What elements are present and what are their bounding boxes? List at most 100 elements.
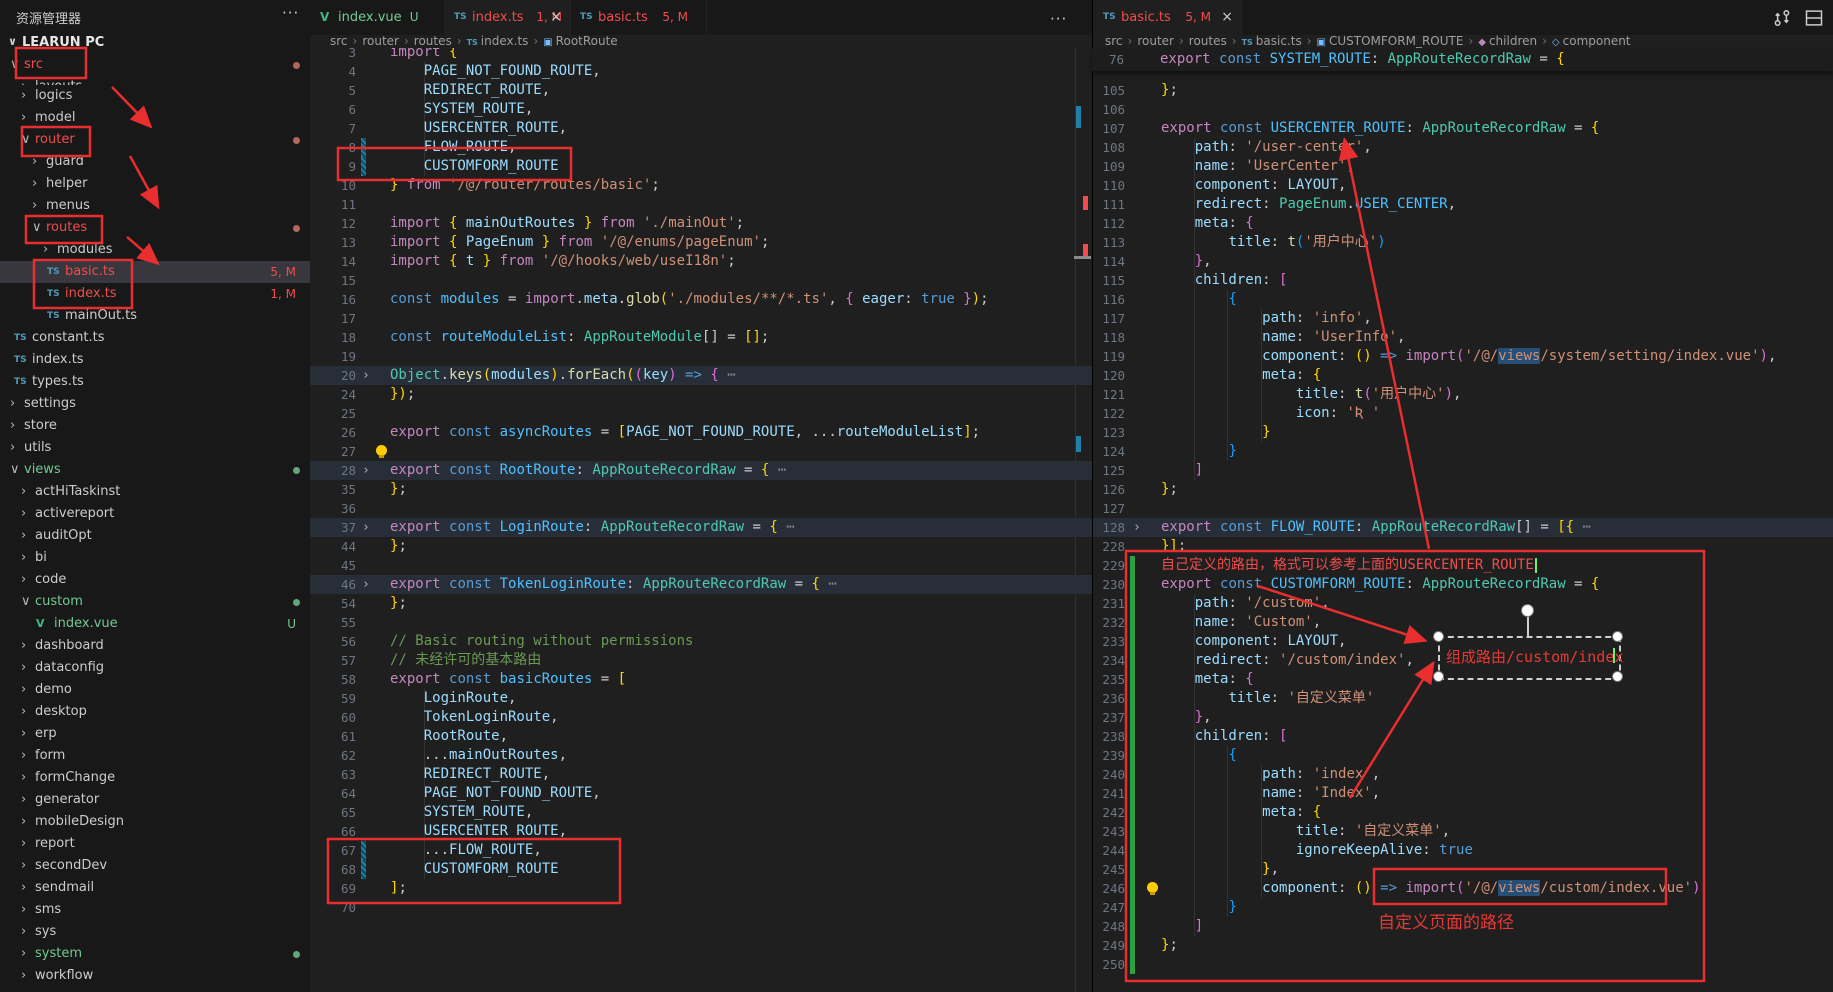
chevron-right-icon[interactable]: › xyxy=(21,525,26,547)
code-line-228[interactable]: 228}]; xyxy=(1093,537,1833,556)
breadcrumb-item-router[interactable]: router xyxy=(1137,35,1174,48)
code-line-18[interactable]: 18const routeModuleList: AppRouteModule[… xyxy=(310,328,1092,347)
code-line-114[interactable]: 114 }, xyxy=(1093,252,1833,271)
code-line-55[interactable]: 55 xyxy=(310,613,1092,632)
breadcrumb-item-basic.ts[interactable]: TSbasic.ts xyxy=(1242,35,1302,49)
code-line-124[interactable]: 124 } xyxy=(1093,442,1833,461)
code-line-36[interactable]: 36 xyxy=(310,499,1092,518)
tree-item-helper[interactable]: ›helper xyxy=(0,173,310,195)
breadcrumb-item-routes[interactable]: routes xyxy=(1189,35,1227,48)
tree-item-mainOut.ts[interactable]: TSmainOut.ts xyxy=(0,305,310,327)
code-line-122[interactable]: 122 icon: 'Ʀ ' xyxy=(1093,404,1833,423)
close-icon[interactable]: × xyxy=(1221,0,1233,35)
tree-item-utils[interactable]: ›utils xyxy=(0,437,310,459)
tree-item-report[interactable]: ›report xyxy=(0,833,310,855)
code-line-246[interactable]: 246 component: () => import('/@/views/cu… xyxy=(1093,879,1833,898)
code-line-236[interactable]: 236 title: '自定义菜单' xyxy=(1093,689,1833,708)
open-changes-icon[interactable] xyxy=(1772,8,1792,28)
annotation-textbox[interactable]: 组成路由/custom/index xyxy=(1438,636,1621,680)
tab-basic.ts[interactable]: TSbasic.ts5, M xyxy=(570,0,707,35)
tree-item-menus[interactable]: ›menus xyxy=(0,195,310,217)
tree-item-erp[interactable]: ›erp xyxy=(0,723,310,745)
tree-item-formChange[interactable]: ›formChange xyxy=(0,767,310,789)
chevron-right-icon[interactable]: › xyxy=(21,701,26,723)
code-line-15[interactable]: 15 xyxy=(310,271,1092,290)
chevron-right-icon[interactable]: › xyxy=(21,657,26,679)
tree-item-types.ts[interactable]: TStypes.ts xyxy=(0,371,310,393)
tree-item-routes[interactable]: ∨routes xyxy=(0,217,310,239)
code-line-109[interactable]: 109 name: 'UserCenter', xyxy=(1093,157,1833,176)
breadcrumb-item-children[interactable]: ◆children xyxy=(1478,35,1537,49)
tree-item-sendmail[interactable]: ›sendmail xyxy=(0,877,310,899)
chevron-right-icon[interactable]: › xyxy=(21,855,26,877)
tree-item-views[interactable]: ∨views xyxy=(0,459,310,481)
code-line-8[interactable]: 8 FLOW_ROUTE, xyxy=(310,138,1092,157)
code-line-119[interactable]: 119 component: () => import('/@/views/sy… xyxy=(1093,347,1833,366)
chevron-right-icon[interactable]: › xyxy=(21,547,26,569)
breadcrumb-item-src[interactable]: src xyxy=(1105,35,1123,48)
code-line-44[interactable]: 44}; xyxy=(310,537,1092,556)
tree-item-activereport[interactable]: ›activereport xyxy=(0,503,310,525)
chevron-right-icon[interactable]: › xyxy=(21,789,26,811)
code-line-229[interactable]: 229自己定义的路由，格式可以参考上面的USERCENTER_ROUTE xyxy=(1093,556,1833,575)
code-line-13[interactable]: 13import { PageEnum } from '/@/enums/pag… xyxy=(310,233,1092,252)
code-line-123[interactable]: 123 } xyxy=(1093,423,1833,442)
code-line-58[interactable]: 58export const basicRoutes = [ xyxy=(310,670,1092,689)
breadcrumb-item-src[interactable]: src xyxy=(330,35,348,48)
tree-item-workflow[interactable]: ›workflow xyxy=(0,965,310,987)
code-line-238[interactable]: 238 children: [ xyxy=(1093,727,1833,746)
resize-handle-se[interactable] xyxy=(1612,671,1623,682)
tree-item-demo[interactable]: ›demo xyxy=(0,679,310,701)
lightbulb-icon[interactable] xyxy=(1147,882,1158,893)
chevron-right-icon[interactable]: › xyxy=(21,569,26,591)
chevron-down-icon[interactable]: ∨ xyxy=(32,217,42,239)
code-line-16[interactable]: 16const modules = import.meta.glob('./mo… xyxy=(310,290,1092,309)
code-line-19[interactable]: 19 xyxy=(310,347,1092,366)
tree-item-sms[interactable]: ›sms xyxy=(0,899,310,921)
tree-item-index.vue[interactable]: Vindex.vueU xyxy=(0,613,310,635)
code-line-35[interactable]: 35}; xyxy=(310,480,1092,499)
resize-handle-sw[interactable] xyxy=(1433,671,1444,682)
chevron-right-icon[interactable]: › xyxy=(21,965,26,987)
tree-item-logics[interactable]: ›logics xyxy=(0,85,310,107)
code-line-59[interactable]: 59 LoginRoute, xyxy=(310,689,1092,708)
tree-item-system[interactable]: ›system xyxy=(0,943,310,965)
code-line-231[interactable]: 231 path: '/custom', xyxy=(1093,594,1833,613)
code-line-111[interactable]: 111 redirect: PageEnum.USER_CENTER, xyxy=(1093,195,1833,214)
tab-index.vue[interactable]: Vindex.vueU xyxy=(310,0,445,35)
breadcrumb-item-component[interactable]: ◇component xyxy=(1552,35,1631,49)
code-line-243[interactable]: 243 title: '自定义菜单', xyxy=(1093,822,1833,841)
code-line-76[interactable]: 76export const SYSTEM_ROUTE: AppRouteRec… xyxy=(1092,50,1832,69)
chevron-right-icon[interactable]: › xyxy=(21,481,26,503)
code-line-11[interactable]: 11 xyxy=(310,195,1092,214)
tree-item-bi[interactable]: ›bi xyxy=(0,547,310,569)
code-line-120[interactable]: 120 meta: { xyxy=(1093,366,1833,385)
code-line-60[interactable]: 60 TokenLoginRoute, xyxy=(310,708,1092,727)
code-line-108[interactable]: 108 path: '/user-center', xyxy=(1093,138,1833,157)
tree-item-dashboard[interactable]: ›dashboard xyxy=(0,635,310,657)
code-line-117[interactable]: 117 path: 'info', xyxy=(1093,309,1833,328)
code-line-128[interactable]: 128›export const FLOW_ROUTE: AppRouteRec… xyxy=(1093,518,1833,537)
tree-item-src[interactable]: ∨src xyxy=(0,54,310,76)
tree-item-settings[interactable]: ›settings xyxy=(0,393,310,415)
code-line-250[interactable]: 250 xyxy=(1093,955,1833,974)
tree-item-index.ts[interactable]: TSindex.ts1, M xyxy=(0,283,310,305)
chevron-right-icon[interactable]: › xyxy=(43,239,48,261)
code-line-232[interactable]: 232 name: 'Custom', xyxy=(1093,613,1833,632)
code-line-245[interactable]: 245 }, xyxy=(1093,860,1833,879)
code-line-14[interactable]: 14import { t } from '/@/hooks/web/useI18… xyxy=(310,252,1092,271)
code-line-66[interactable]: 66 USERCENTER_ROUTE, xyxy=(310,822,1092,841)
code-line-121[interactable]: 121 title: t('用户中心'), xyxy=(1093,385,1833,404)
chevron-down-icon[interactable]: ∨ xyxy=(10,54,20,76)
breadcrumb-item-CUSTOMFORM_ROUTE[interactable]: ▣CUSTOMFORM_ROUTE xyxy=(1317,35,1464,49)
fold-chevron-icon[interactable]: › xyxy=(362,575,370,594)
code-line-62[interactable]: 62 ...mainOutRoutes, xyxy=(310,746,1092,765)
code-line-7[interactable]: 7 USERCENTER_ROUTE, xyxy=(310,119,1092,138)
code-line-45[interactable]: 45 xyxy=(310,556,1092,575)
code-line-25[interactable]: 25 xyxy=(310,404,1092,423)
code-line-239[interactable]: 239 { xyxy=(1093,746,1833,765)
code-line-249[interactable]: 249}; xyxy=(1093,936,1833,955)
explorer-more-actions-icon[interactable]: ··· xyxy=(282,4,299,22)
tree-item-model[interactable]: ›model xyxy=(0,107,310,129)
tree-item-custom[interactable]: ∨custom xyxy=(0,591,310,613)
